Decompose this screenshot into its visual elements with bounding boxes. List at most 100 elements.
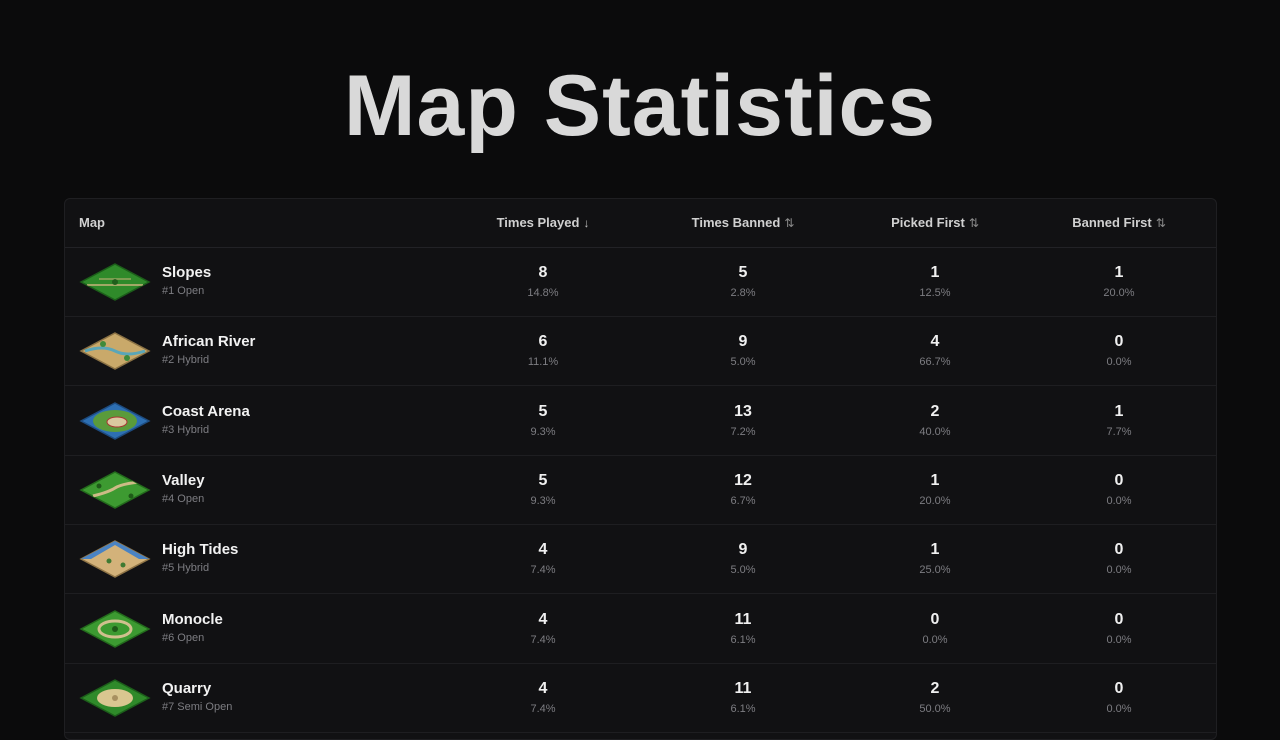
page-title: Map Statistics bbox=[343, 58, 937, 154]
banned-first-percent: 0.0% bbox=[1106, 564, 1132, 577]
column-header-banned-first-label: Banned First bbox=[1072, 215, 1152, 230]
column-header-banned-first[interactable]: Banned First ⇅ bbox=[1072, 199, 1166, 247]
times-played-percent: 7.4% bbox=[530, 702, 556, 715]
banned-first-cell: 0 0.0% bbox=[1059, 540, 1179, 578]
map-thumbnail-valley bbox=[79, 470, 151, 510]
times-played-cell: 6 11.1% bbox=[483, 332, 603, 370]
banned-first-cell: 0 0.0% bbox=[1059, 610, 1179, 648]
times-played-cell: 8 14.8% bbox=[483, 263, 603, 301]
map-rank-type: #1 Open bbox=[162, 285, 205, 297]
map-rank-type: #4 Open bbox=[162, 492, 205, 505]
times-played-percent: 14.8% bbox=[527, 287, 559, 299]
table-row[interactable]: African River #2 Hybrid 6 11.1% 9 5.0% 4 66.7% 0… bbox=[65, 316, 1216, 387]
table-row[interactable]: Coast Arena #3 Hybrid 5 9.3% 13 7.2% 2 40.0% 1 7.… bbox=[65, 386, 1216, 456]
times-played-cell: 5 9.3% bbox=[483, 471, 603, 509]
times-banned-cell: 13 7.2% bbox=[683, 402, 803, 440]
map-thumbnail-african-river bbox=[79, 331, 151, 371]
banned-first-value: 0 bbox=[1114, 471, 1124, 489]
picked-first-percent: 25.0% bbox=[919, 564, 951, 577]
times-banned-cell: 11 6.1% bbox=[683, 679, 803, 717]
banned-first-percent: 7.7% bbox=[1106, 425, 1132, 438]
picked-first-cell: 1 20.0% bbox=[875, 471, 995, 509]
map-rank-type: #3 Hybrid bbox=[162, 423, 210, 436]
times-banned-percent: 6.1% bbox=[730, 702, 756, 715]
times-played-cell: 4 7.4% bbox=[483, 679, 603, 717]
column-header-picked-first[interactable]: Picked First ⇅ bbox=[891, 199, 979, 247]
times-played-percent: 9.3% bbox=[530, 494, 556, 507]
table-row[interactable]: High Tides #5 Hybrid 4 7.4% 9 5.0% 1 25.0% 0 0.0% bbox=[65, 524, 1216, 595]
times-banned-cell: 5 2.8% bbox=[683, 263, 803, 301]
times-played-cell: 4 7.4% bbox=[483, 610, 603, 648]
picked-first-cell: 0 0.0% bbox=[875, 610, 995, 648]
banned-first-cell: 1 20.0% bbox=[1059, 263, 1179, 301]
banned-first-percent: 0.0% bbox=[1106, 356, 1132, 369]
table-row[interactable]: Slopes #1 Open 8 14.8% 5 2.8% 1 12.5% 1 20.0% bbox=[65, 247, 1216, 317]
picked-first-percent: 12.5% bbox=[919, 287, 951, 299]
map-name: African River bbox=[162, 333, 256, 351]
map-name: Valley bbox=[162, 471, 205, 489]
times-banned-value: 5 bbox=[738, 264, 748, 281]
map-name: High Tides bbox=[162, 541, 239, 559]
times-played-value: 5 bbox=[538, 471, 548, 489]
times-banned-cell: 12 6.7% bbox=[683, 471, 803, 509]
banned-first-value: 0 bbox=[1114, 679, 1124, 697]
times-banned-value: 11 bbox=[734, 679, 752, 697]
times-played-percent: 7.4% bbox=[530, 633, 556, 646]
table-row[interactable]: Quarry #7 Semi Open 4 7.4% 11 6.1% 2 50.0% 0 0.0% bbox=[65, 663, 1216, 733]
map-name: Monocle bbox=[162, 610, 223, 628]
times-banned-value: 9 bbox=[738, 541, 748, 559]
map-rank-type: #7 Semi Open bbox=[162, 700, 233, 713]
banned-first-percent: 0.0% bbox=[1106, 702, 1132, 715]
column-header-picked-first-label: Picked First bbox=[891, 215, 965, 230]
banned-first-value: 0 bbox=[1114, 610, 1124, 628]
times-banned-percent: 5.0% bbox=[730, 356, 756, 369]
picked-first-cell: 2 50.0% bbox=[875, 679, 995, 717]
column-header-times-played[interactable]: Times Played ↓ bbox=[497, 199, 590, 247]
table-row[interactable]: Monocle #6 Open 4 7.4% 11 6.1% 0 0.0% 0 0.0% bbox=[65, 594, 1216, 664]
picked-first-value: 4 bbox=[930, 333, 940, 351]
table-row[interactable]: Valley #4 Open 5 9.3% 12 6.7% 1 20.0% 0 0.0% bbox=[65, 455, 1216, 525]
sort-arrows-icon: ⇅ bbox=[1155, 216, 1166, 230]
column-header-times-played-label: Times Played bbox=[496, 215, 580, 230]
picked-first-percent: 66.7% bbox=[919, 356, 951, 369]
times-played-value: 4 bbox=[538, 610, 548, 628]
column-header-map: Map bbox=[79, 199, 105, 247]
banned-first-value: 1 bbox=[1114, 402, 1124, 420]
banned-first-percent: 0.0% bbox=[1106, 494, 1132, 507]
times-played-cell: 5 9.3% bbox=[483, 402, 603, 440]
banned-first-value: 0 bbox=[1114, 333, 1124, 351]
times-banned-percent: 6.1% bbox=[730, 633, 756, 646]
banned-first-value: 0 bbox=[1114, 541, 1124, 559]
map-thumbnail-quarry bbox=[79, 678, 151, 718]
banned-first-percent: 20.0% bbox=[1103, 287, 1135, 299]
map-rank-type: #6 Open bbox=[162, 631, 205, 644]
banned-first-cell: 0 0.0% bbox=[1059, 471, 1179, 509]
times-played-percent: 11.1% bbox=[527, 356, 559, 369]
times-played-percent: 7.4% bbox=[530, 564, 556, 577]
column-header-times-banned[interactable]: Times Banned ⇅ bbox=[692, 199, 795, 247]
picked-first-value: 2 bbox=[930, 402, 940, 420]
times-banned-cell: 9 5.0% bbox=[683, 540, 803, 578]
picked-first-percent: 50.0% bbox=[919, 702, 951, 715]
picked-first-value: 2 bbox=[930, 679, 940, 697]
picked-first-cell: 1 12.5% bbox=[875, 263, 995, 301]
times-played-value: 8 bbox=[538, 264, 548, 281]
map-thumbnail-high-tides bbox=[79, 539, 151, 579]
times-played-value: 6 bbox=[538, 333, 548, 351]
banned-first-cell: 1 7.7% bbox=[1059, 402, 1179, 440]
table-header-row: Map Times Played ↓ Times Banned ⇅ Picked F… bbox=[65, 199, 1216, 248]
times-played-value: 5 bbox=[538, 402, 548, 420]
times-banned-value: 12 bbox=[734, 471, 752, 489]
times-played-value: 4 bbox=[538, 679, 548, 697]
times-banned-percent: 6.7% bbox=[730, 494, 756, 507]
times-banned-percent: 7.2% bbox=[730, 425, 756, 438]
banned-first-cell: 0 0.0% bbox=[1059, 679, 1179, 717]
map-name: Coast Arena bbox=[162, 402, 250, 420]
picked-first-value: 1 bbox=[930, 541, 940, 559]
picked-first-value: 1 bbox=[930, 471, 940, 489]
map-name: Slopes bbox=[162, 264, 212, 281]
times-played-value: 4 bbox=[538, 541, 548, 559]
map-thumbnail-monocle bbox=[79, 609, 151, 649]
map-thumbnail-coast-arena bbox=[79, 401, 151, 441]
times-banned-value: 13 bbox=[734, 402, 752, 420]
